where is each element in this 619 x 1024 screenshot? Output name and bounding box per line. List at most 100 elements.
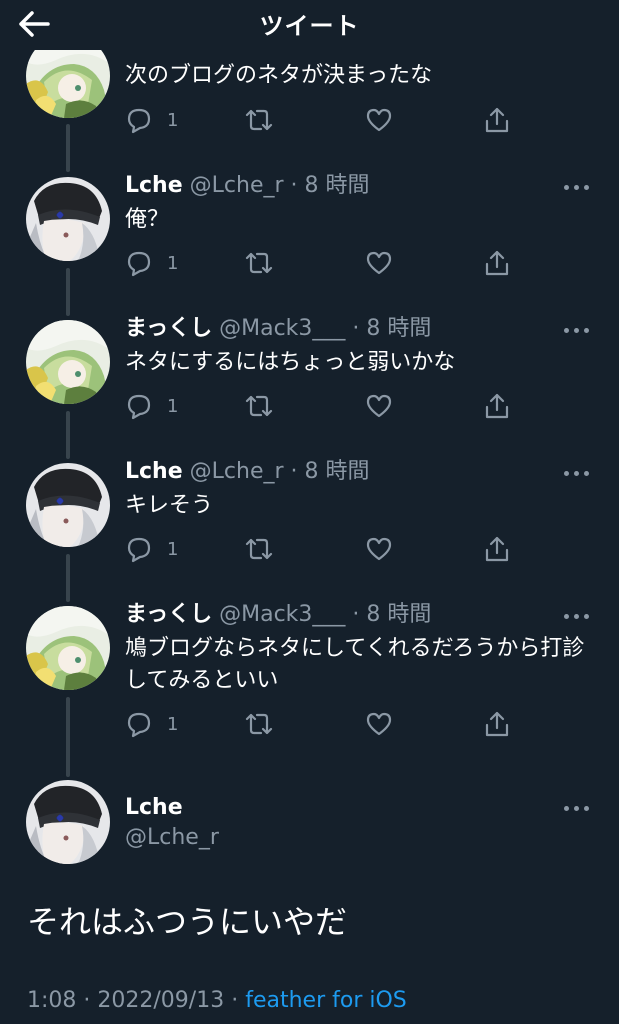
reply-icon	[127, 537, 151, 563]
reply-count: 1	[167, 538, 179, 560]
tweet-time: · 8 時間	[352, 602, 432, 627]
retweet-button[interactable]	[243, 105, 275, 135]
reply-button[interactable]: 1	[125, 105, 178, 135]
tweet-text: 鳩ブログならネタにしてくれるだろうから打診してみるといい	[125, 636, 585, 693]
share-icon	[485, 536, 509, 562]
tweet-time: · 8 時間	[352, 316, 432, 341]
thread-line	[66, 411, 70, 459]
header-bar: ツイート	[0, 0, 619, 50]
reply-button[interactable]: 1	[125, 709, 178, 739]
retweet-button[interactable]	[243, 391, 275, 421]
tweet-time: · 8 時間	[290, 173, 370, 198]
more-options-button[interactable]	[564, 803, 590, 813]
more-dot-icon	[564, 328, 569, 333]
more-options-button[interactable]	[564, 325, 590, 335]
avatar-image	[26, 320, 110, 404]
more-dot-icon	[574, 806, 579, 811]
reply-button[interactable]: 1	[125, 534, 178, 564]
share-button[interactable]	[483, 534, 511, 564]
display-name[interactable]: Lche	[125, 795, 183, 820]
reply-button[interactable]: 1	[125, 391, 178, 421]
display-name[interactable]: まっくし	[125, 316, 212, 341]
avatar-image	[26, 177, 110, 261]
more-dot-icon	[574, 328, 579, 333]
user-handle[interactable]: @Lche_r	[190, 459, 284, 484]
avatar[interactable]	[26, 177, 110, 261]
user-handle[interactable]: @Mack3___	[219, 602, 345, 627]
tweet-time: 1:08	[27, 988, 77, 1013]
tweet-text: ネタにするにはちょっと弱いかな	[125, 350, 456, 375]
like-button[interactable]	[365, 534, 393, 564]
tweet-header: Lche @Lche_r · 8 時間	[125, 172, 370, 200]
reply-icon	[127, 712, 151, 738]
avatar[interactable]	[26, 606, 110, 690]
tweet-header: Lche @Lche_r · 8 時間	[125, 458, 370, 486]
retweet-icon	[245, 713, 273, 735]
more-options-button[interactable]	[564, 182, 590, 192]
heart-icon	[366, 394, 392, 418]
heart-icon	[366, 108, 392, 132]
source-app-link[interactable]: feather for iOS	[245, 988, 407, 1013]
retweet-icon	[245, 252, 273, 274]
reply-count: 1	[167, 713, 179, 735]
more-dot-icon	[564, 806, 569, 811]
share-icon	[485, 250, 509, 276]
retweet-icon	[245, 538, 273, 560]
retweet-button[interactable]	[243, 709, 275, 739]
reply-count: 1	[167, 109, 179, 131]
reply-button[interactable]: 1	[125, 248, 178, 278]
like-button[interactable]	[365, 105, 393, 135]
avatar-image	[26, 780, 110, 864]
more-options-button[interactable]	[564, 468, 590, 478]
share-button[interactable]	[483, 105, 511, 135]
more-dot-icon	[574, 614, 579, 619]
avatar[interactable]	[26, 463, 110, 547]
like-button[interactable]	[365, 709, 393, 739]
reply-count: 1	[167, 395, 179, 417]
like-button[interactable]	[365, 248, 393, 278]
retweet-icon	[245, 395, 273, 417]
retweet-button[interactable]	[243, 534, 275, 564]
share-button[interactable]	[483, 709, 511, 739]
retweet-icon	[245, 109, 273, 131]
avatar[interactable]	[26, 780, 110, 864]
share-button[interactable]	[483, 248, 511, 278]
more-dot-icon	[584, 806, 589, 811]
user-handle[interactable]: @Lche_r	[125, 825, 219, 850]
display-name[interactable]: Lche	[125, 173, 183, 198]
thread-line	[66, 268, 70, 316]
tweet-actions: 1	[125, 534, 525, 564]
display-name[interactable]: Lche	[125, 459, 183, 484]
separator: ·	[231, 988, 239, 1013]
reply-icon	[127, 394, 151, 420]
like-button[interactable]	[365, 391, 393, 421]
share-button[interactable]	[483, 391, 511, 421]
avatar-image	[26, 463, 110, 547]
more-dot-icon	[584, 471, 589, 476]
more-dot-icon	[564, 185, 569, 190]
avatar[interactable]	[26, 320, 110, 404]
reply-count: 1	[167, 252, 179, 274]
thread-line	[66, 697, 70, 777]
tweet-actions: 1	[125, 709, 525, 739]
tweet-header: まっくし @Mack3___ · 8 時間	[125, 315, 431, 343]
tweet-text: 次のブログのネタが決まったな	[125, 63, 433, 88]
display-name[interactable]: まっくし	[125, 602, 212, 627]
more-options-button[interactable]	[564, 611, 590, 621]
heart-icon	[366, 251, 392, 275]
share-icon	[485, 393, 509, 419]
tweet-meta: 1:08 · 2022/09/13 · feather for iOS	[27, 988, 407, 1013]
tweet-text: キレそう	[125, 493, 214, 518]
tweet-actions: 1	[125, 105, 525, 135]
retweet-button[interactable]	[243, 248, 275, 278]
user-handle[interactable]: @Mack3___	[219, 316, 345, 341]
thread-line	[66, 124, 70, 172]
share-icon	[485, 711, 509, 737]
more-dot-icon	[574, 185, 579, 190]
tweet-actions: 1	[125, 248, 525, 278]
more-dot-icon	[564, 471, 569, 476]
separator: ·	[83, 988, 91, 1013]
reply-icon	[127, 108, 151, 134]
tweet-text: 俺？	[125, 207, 170, 232]
user-handle[interactable]: @Lche_r	[190, 173, 284, 198]
